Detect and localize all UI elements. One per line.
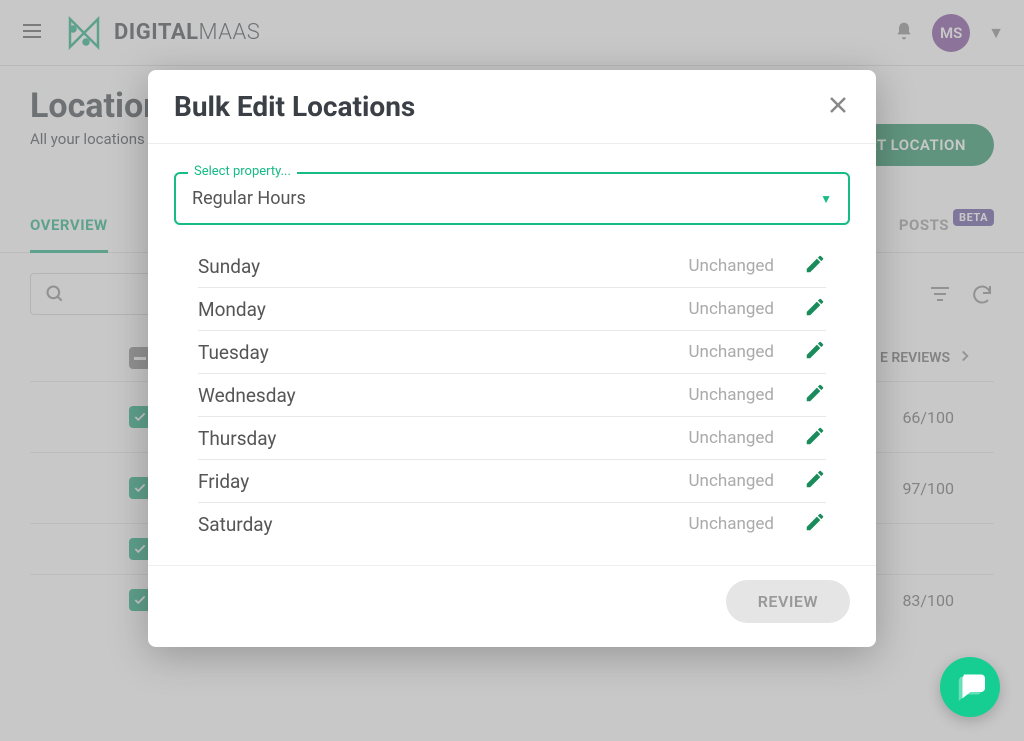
review-button[interactable]: REVIEW	[726, 580, 850, 623]
day-name: Wednesday	[198, 384, 398, 407]
hours-row: Friday Unchanged	[198, 460, 826, 503]
day-status: Unchanged	[689, 342, 774, 362]
bulk-edit-modal: Bulk Edit Locations Select property... R…	[148, 70, 876, 647]
hours-row: Sunday Unchanged	[198, 245, 826, 288]
edit-icon[interactable]	[804, 425, 826, 451]
hours-row: Monday Unchanged	[198, 288, 826, 331]
edit-icon[interactable]	[804, 511, 826, 537]
edit-icon[interactable]	[804, 339, 826, 365]
hours-list: Sunday Unchanged Monday Unchanged Tuesda…	[198, 245, 826, 545]
hours-row: Tuesday Unchanged	[198, 331, 826, 374]
select-label: Select property...	[188, 164, 297, 179]
day-status: Unchanged	[689, 256, 774, 276]
edit-icon[interactable]	[804, 253, 826, 279]
chat-icon	[955, 672, 985, 702]
day-status: Unchanged	[689, 428, 774, 448]
edit-icon[interactable]	[804, 382, 826, 408]
hours-row: Thursday Unchanged	[198, 417, 826, 460]
day-name: Friday	[198, 470, 398, 493]
day-status: Unchanged	[689, 471, 774, 491]
select-value: Regular Hours	[192, 188, 306, 209]
day-status: Unchanged	[689, 385, 774, 405]
day-status: Unchanged	[689, 299, 774, 319]
chat-button[interactable]	[940, 657, 1000, 717]
day-name: Saturday	[198, 513, 398, 536]
property-select[interactable]: Select property... Regular Hours ▼	[174, 172, 850, 225]
day-status: Unchanged	[689, 514, 774, 534]
day-name: Sunday	[198, 255, 398, 278]
day-name: Thursday	[198, 427, 398, 450]
close-icon[interactable]	[826, 93, 850, 121]
day-name: Tuesday	[198, 341, 398, 364]
chevron-down-icon: ▼	[820, 192, 832, 206]
day-name: Monday	[198, 298, 398, 321]
modal-title: Bulk Edit Locations	[174, 90, 415, 123]
edit-icon[interactable]	[804, 296, 826, 322]
hours-row: Wednesday Unchanged	[198, 374, 826, 417]
edit-icon[interactable]	[804, 468, 826, 494]
hours-row: Saturday Unchanged	[198, 503, 826, 545]
